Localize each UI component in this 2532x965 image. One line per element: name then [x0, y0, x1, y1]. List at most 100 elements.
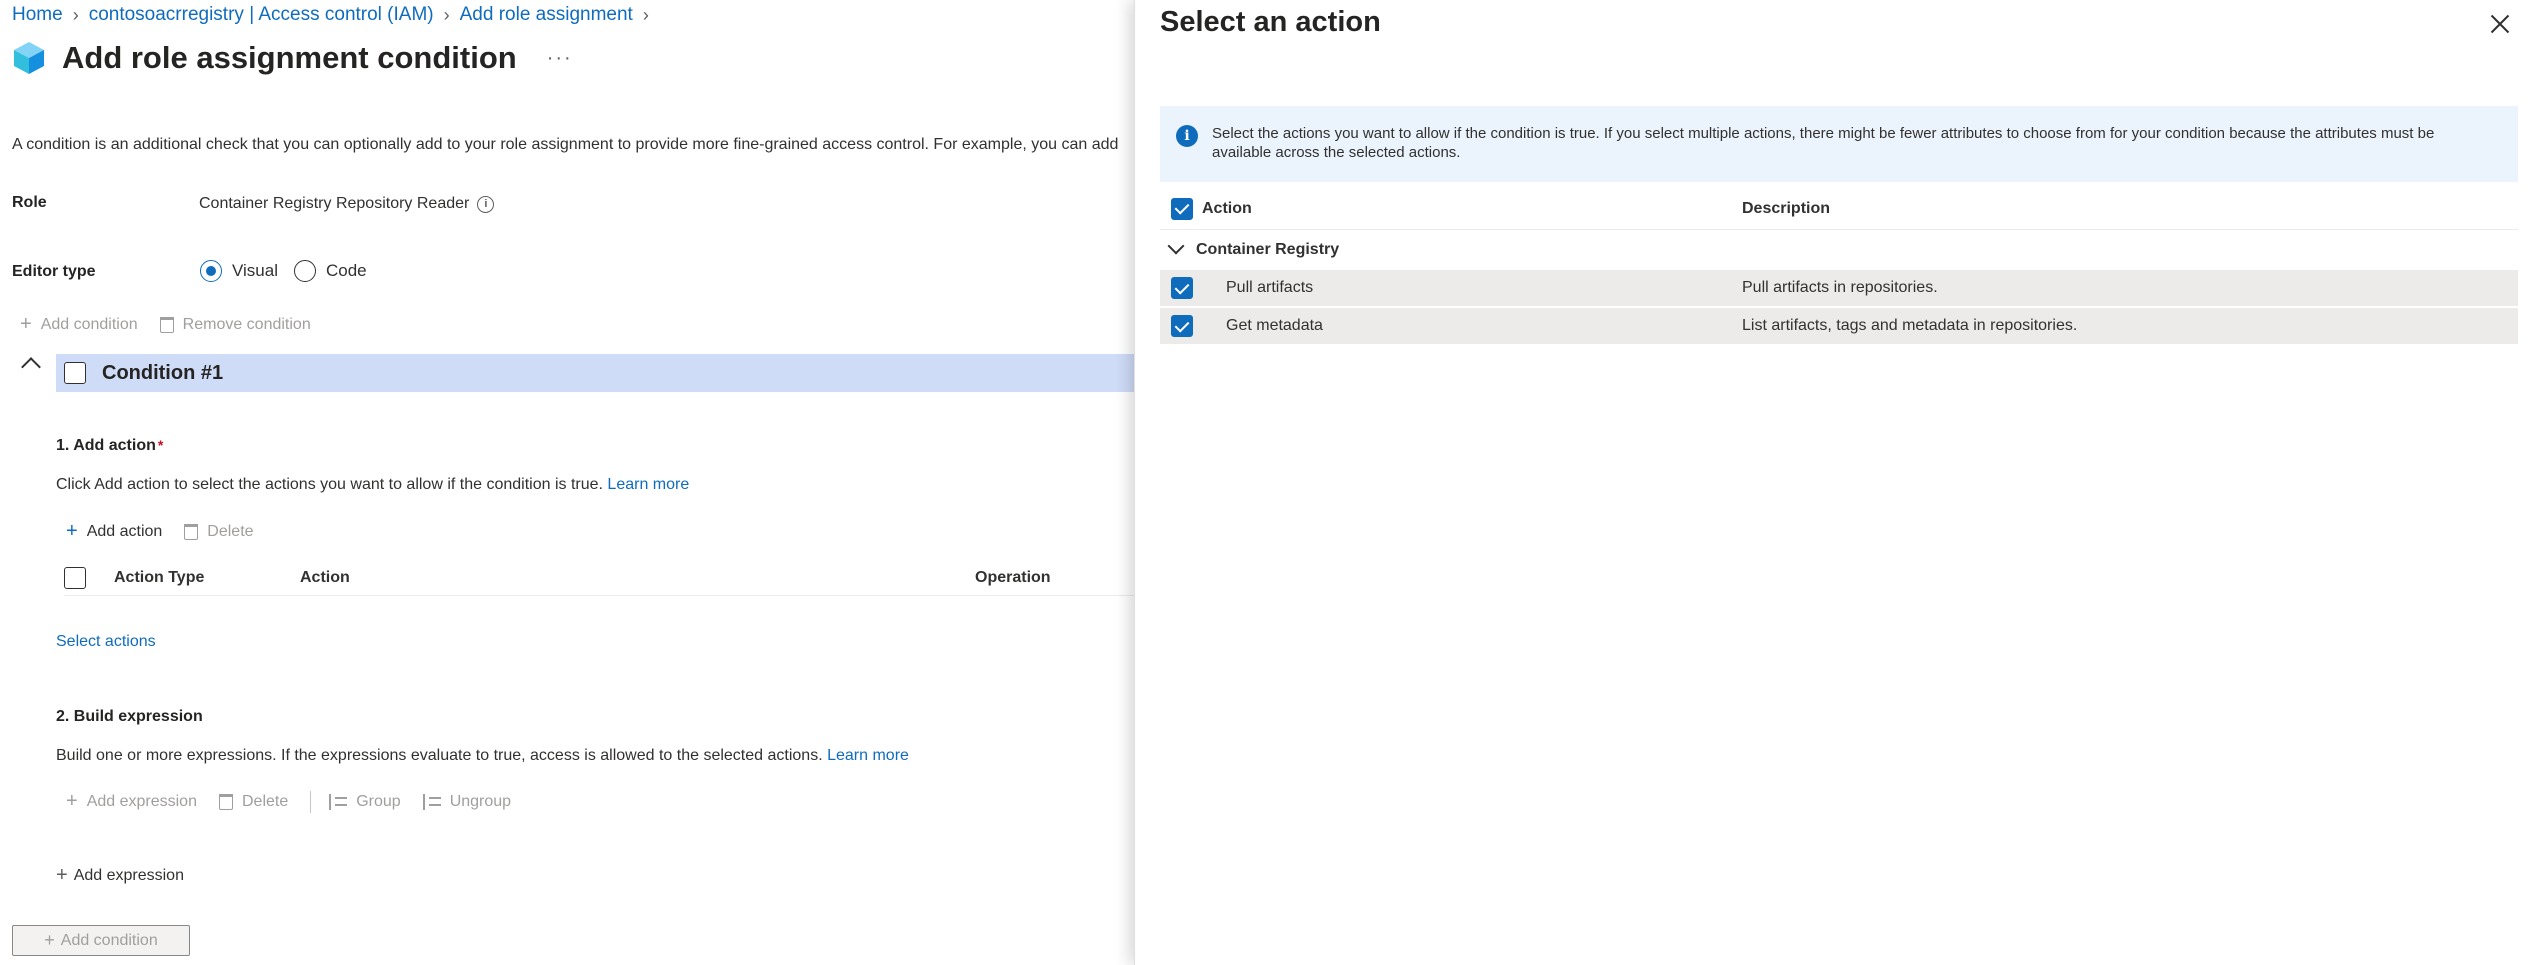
group-icon	[329, 793, 348, 810]
ungroup-icon	[422, 793, 441, 810]
breadcrumb: Home › contosoacrregistry | Access contr…	[12, 4, 659, 26]
condition-editor-page: Home › contosoacrregistry | Access contr…	[0, 0, 1134, 965]
add-condition-button-label: Add condition	[60, 931, 158, 949]
info-message: Select the actions you want to allow if …	[1212, 125, 2435, 161]
panel-title: Select an action	[1160, 6, 1381, 38]
select-action-panel: Select an action i Select the actions yo…	[1134, 0, 2532, 965]
row-check-cell	[1160, 277, 1202, 299]
select-actions-link[interactable]: Select actions	[56, 633, 156, 651]
build-expression-title: 2. Build expression	[56, 708, 203, 725]
add-expression-label: Add expression	[73, 866, 184, 884]
close-icon[interactable]	[2488, 12, 2512, 36]
table-row[interactable]: Get metadata List artifacts, tags and me…	[1160, 308, 2518, 346]
row-action: Get metadata	[1226, 317, 1323, 334]
breadcrumb-iam[interactable]: contosoacrregistry | Access control (IAM…	[89, 4, 434, 26]
add-expression-toolbar-label: Add expression	[86, 792, 197, 810]
condition-title: Condition #1	[102, 361, 224, 384]
add-action-button[interactable]: + Add action	[66, 520, 162, 543]
select-all-actions-checkbox[interactable]	[64, 566, 86, 589]
add-condition-toolbar-button[interactable]: + Add condition	[20, 313, 138, 336]
select-all-checkbox[interactable]	[1171, 197, 1193, 220]
editor-code-option[interactable]: Code	[294, 260, 367, 282]
add-condition-button[interactable]: + Add condition	[12, 925, 190, 956]
group-button[interactable]: Group	[329, 792, 401, 811]
add-expression-toolbar-button[interactable]: + Add expression	[66, 790, 197, 813]
plus-icon: +	[66, 520, 78, 542]
add-action-label: Add action	[86, 522, 163, 540]
info-icon[interactable]: i	[477, 195, 495, 213]
plus-icon: +	[44, 930, 55, 950]
role-name: Container Registry Repository Reader	[199, 195, 470, 212]
action-selection-table: Action Description Container Registry Pu…	[1160, 188, 2518, 346]
plus-icon: +	[20, 313, 32, 335]
group-label: Group	[356, 792, 401, 810]
add-action-description: Click Add action to select the actions y…	[56, 476, 689, 494]
info-icon: i	[1176, 125, 1198, 147]
row-description: Pull artifacts in repositories.	[1742, 279, 1938, 296]
header-check-cell	[1160, 197, 1202, 220]
group-label: Container Registry	[1196, 241, 1340, 258]
ungroup-button[interactable]: Ungroup	[422, 792, 512, 811]
build-expression-description: Build one or more expressions. If the ex…	[56, 747, 909, 765]
delete-action-label: Delete	[207, 522, 254, 540]
learn-more-link[interactable]: Learn more	[607, 476, 689, 493]
add-action-title: 1. Add action *	[56, 437, 163, 455]
container-registry-icon	[14, 42, 44, 74]
expression-toolbar: + Add expression Delete Group Ungroup	[66, 790, 533, 813]
row-action: Pull artifacts	[1226, 279, 1314, 296]
chevron-up-icon[interactable]	[21, 357, 41, 377]
editor-visual-option[interactable]: Visual	[200, 260, 278, 282]
add-action-title-text: 1. Add action	[56, 437, 156, 454]
col-action: Action	[300, 568, 350, 586]
col-action-type: Action Type	[114, 568, 205, 586]
chevron-right-icon: ›	[443, 4, 450, 25]
more-options-icon[interactable]: ···	[547, 47, 573, 70]
condition-checkbox[interactable]	[64, 362, 86, 384]
page-header: Add role assignment condition ···	[12, 40, 573, 76]
plus-icon: +	[56, 864, 68, 886]
chevron-right-icon: ›	[72, 4, 79, 25]
breadcrumb-home[interactable]: Home	[12, 4, 63, 26]
chevron-down-icon[interactable]	[1167, 237, 1185, 255]
add-action-desc-text: Click Add action to select the actions y…	[56, 476, 603, 493]
table-row[interactable]: Pull artifacts Pull artifacts in reposit…	[1160, 270, 2518, 308]
row-description: List artifacts, tags and metadata in rep…	[1742, 317, 2078, 334]
chevron-right-icon: ›	[642, 4, 649, 25]
learn-more-link[interactable]: Learn more	[827, 747, 909, 764]
row-checkbox[interactable]	[1171, 277, 1193, 299]
role-value: Container Registry Repository Reader i	[199, 195, 495, 213]
add-condition-toolbar-label: Add condition	[40, 315, 138, 333]
plus-icon: +	[66, 790, 78, 812]
radio-visual[interactable]	[200, 260, 222, 282]
role-label: Role	[12, 194, 47, 211]
radio-code[interactable]	[294, 260, 316, 282]
delete-expression-label: Delete	[241, 792, 289, 810]
col-action-header: Action	[1202, 199, 1252, 217]
toolbar-divider	[310, 790, 312, 813]
delete-action-button[interactable]: Delete	[184, 522, 254, 541]
page-title: Add role assignment condition	[62, 40, 517, 75]
col-operation: Operation	[975, 568, 1051, 586]
required-mark: *	[157, 437, 164, 453]
trash-icon	[184, 523, 199, 540]
group-container-registry[interactable]: Container Registry	[1160, 230, 2518, 270]
trash-icon	[159, 316, 174, 333]
radio-code-label: Code	[326, 261, 367, 280]
delete-expression-button[interactable]: Delete	[218, 792, 289, 811]
ungroup-label: Ungroup	[449, 792, 512, 810]
action-toolbar: + Add action Delete	[66, 520, 276, 543]
build-expression-desc-text: Build one or more expressions. If the ex…	[56, 747, 823, 764]
col-description-header: Description	[1742, 199, 1831, 217]
info-message-bar: i Select the actions you want to allow i…	[1160, 106, 2518, 182]
action-table-header: Action Type Action Operation	[64, 560, 1134, 596]
remove-condition-label: Remove condition	[182, 315, 311, 333]
condition-header[interactable]: Condition #1	[56, 354, 1134, 392]
add-expression-button[interactable]: + Add expression	[56, 864, 184, 887]
row-checkbox[interactable]	[1171, 315, 1193, 337]
condition-toolbar: + Add condition Remove condition	[20, 313, 333, 336]
remove-condition-button[interactable]: Remove condition	[159, 315, 311, 334]
table-header: Action Description	[1160, 188, 2518, 230]
intro-text: A condition is an additional check that …	[12, 136, 1119, 153]
editor-type-radio-group: Visual Code	[200, 260, 383, 282]
breadcrumb-add-role-assignment[interactable]: Add role assignment	[460, 4, 633, 26]
